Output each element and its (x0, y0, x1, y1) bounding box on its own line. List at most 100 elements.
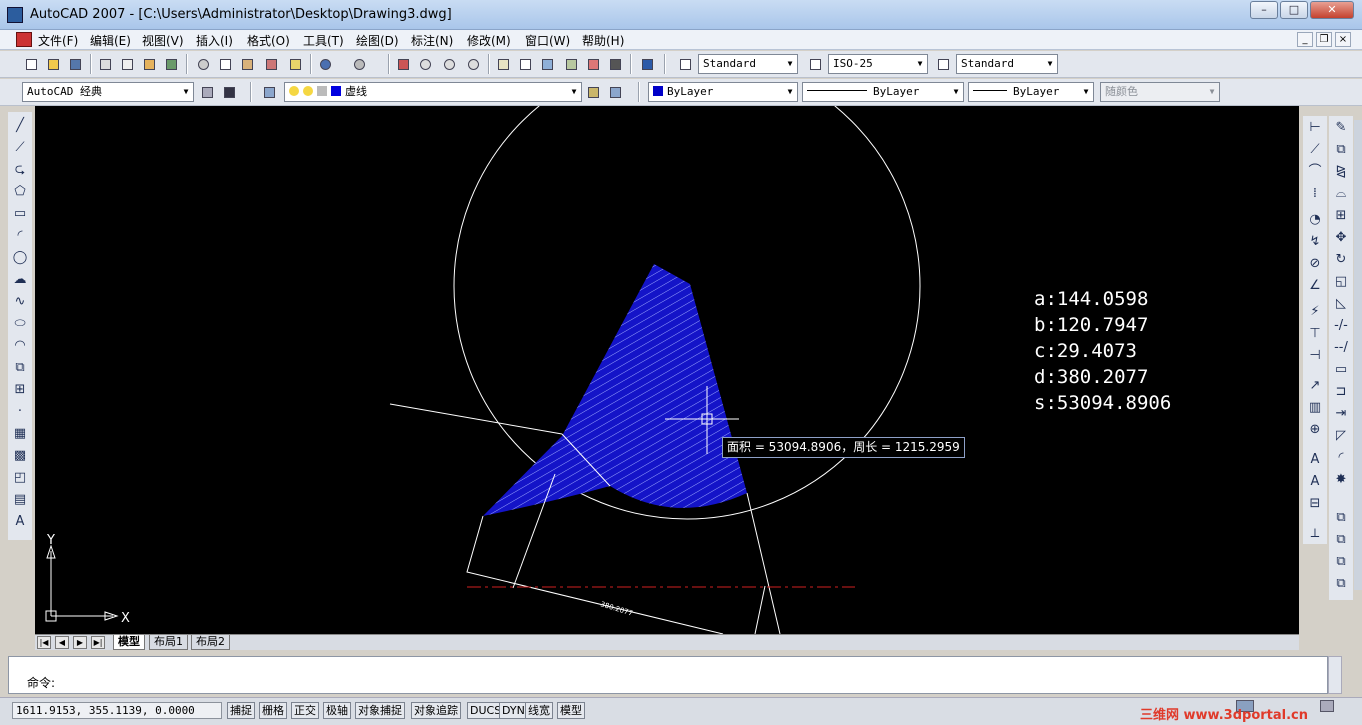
ordinate-dimension-icon[interactable]: ⁞ (1305, 184, 1325, 204)
line-entity[interactable] (754, 585, 766, 634)
text-style-select[interactable]: Standard ▼ (698, 54, 798, 74)
menu-view[interactable]: 视图(V) (142, 32, 184, 49)
spline-icon[interactable]: ∿ (10, 292, 30, 312)
stretch-icon[interactable]: ◺ (1331, 294, 1351, 314)
mirror-icon[interactable]: ⧎ (1331, 162, 1351, 182)
cut-icon[interactable] (194, 55, 212, 73)
polygon-icon[interactable]: ⬠ (10, 182, 30, 202)
extend-icon[interactable]: --/ (1331, 338, 1351, 358)
dimension-edit-icon[interactable]: A (1305, 450, 1325, 470)
model-toggle[interactable]: 模型 (557, 702, 585, 719)
dimension-style-icon[interactable] (806, 55, 824, 73)
layer-manager-icon[interactable] (260, 83, 278, 101)
command-window[interactable]: 命令: (8, 656, 1328, 694)
text-style-icon[interactable] (676, 55, 694, 73)
lineweight-select[interactable]: ByLayer ▼ (968, 82, 1094, 102)
workspace-settings-icon[interactable] (198, 83, 216, 101)
angular-dimension-icon[interactable]: ∠ (1305, 276, 1325, 296)
quick-dimension-icon[interactable]: ⚡ (1305, 302, 1325, 322)
doc-close-button[interactable]: × (1335, 32, 1351, 47)
copy-icon[interactable] (216, 55, 234, 73)
minimize-button[interactable]: – (1250, 1, 1278, 19)
pan-icon[interactable] (394, 55, 412, 73)
draw-order-back-icon[interactable]: ⧉ (1331, 530, 1351, 550)
aligned-dimension-icon[interactable]: ⟋ (1305, 140, 1325, 160)
polar-toggle[interactable]: 极轴 (323, 702, 351, 719)
publish-icon[interactable] (140, 55, 158, 73)
save-icon[interactable] (66, 55, 84, 73)
dimension-style-select[interactable]: ISO-25 ▼ (828, 54, 928, 74)
zoom-previous-icon[interactable] (464, 55, 482, 73)
tolerance-icon[interactable]: ▥ (1305, 398, 1325, 418)
sheet-set-icon[interactable] (562, 55, 580, 73)
workspace-select[interactable]: AutoCAD 经典 ▼ (22, 82, 194, 102)
layer-on-icon[interactable] (289, 86, 299, 96)
tab-layout2[interactable]: 布局2 (191, 635, 230, 650)
polyline-icon[interactable]: ⮎ (10, 160, 30, 180)
rectangle-icon[interactable]: ▭ (10, 204, 30, 224)
region-icon[interactable]: ◰ (10, 468, 30, 488)
chevron-down-icon[interactable]: ▼ (567, 83, 581, 101)
chevron-down-icon[interactable]: ▼ (913, 55, 927, 73)
layer-lock-icon[interactable] (317, 86, 327, 96)
make-block-icon[interactable]: ⊞ (10, 380, 30, 400)
join-icon[interactable]: ⇥ (1331, 404, 1351, 424)
break-icon[interactable]: ⊐ (1331, 382, 1351, 402)
bring-above-icon[interactable]: ⧉ (1331, 552, 1351, 572)
draw-order-front-icon[interactable]: ⧉ (1331, 508, 1351, 528)
explode-icon[interactable]: ✸ (1331, 470, 1351, 490)
ortho-toggle[interactable]: 正交 (291, 702, 319, 719)
close-button[interactable]: ✕ (1310, 1, 1354, 19)
line-entity[interactable] (746, 492, 781, 634)
dyn-toggle[interactable]: DYN (499, 702, 528, 719)
menu-insert[interactable]: 插入(I) (196, 32, 233, 49)
menu-window[interactable]: 窗口(W) (525, 32, 570, 49)
dimension-update-icon[interactable]: ⊟ (1305, 494, 1325, 514)
diameter-dimension-icon[interactable]: ⊘ (1305, 254, 1325, 274)
quick-leader-icon[interactable]: ↗ (1305, 376, 1325, 396)
tab-model[interactable]: 模型 (113, 635, 145, 650)
help-icon[interactable] (638, 55, 656, 73)
redo-icon[interactable] (350, 55, 368, 73)
polyline-entity[interactable] (466, 515, 724, 634)
rotate-icon[interactable]: ↻ (1331, 250, 1351, 270)
menu-format[interactable]: 格式(O) (247, 32, 290, 49)
menu-help[interactable]: 帮助(H) (582, 32, 624, 49)
doc-restore-button[interactable]: ❐ (1316, 32, 1332, 47)
multiline-text-icon[interactable]: A (10, 512, 30, 532)
print-icon[interactable] (96, 55, 114, 73)
arc-length-icon[interactable]: ⌒ (1305, 162, 1325, 182)
menu-modify[interactable]: 修改(M) (467, 32, 511, 49)
baseline-dimension-icon[interactable]: ⊤ (1305, 324, 1325, 344)
properties-icon[interactable] (494, 55, 512, 73)
tool-palettes-icon[interactable] (538, 55, 556, 73)
ellipse-icon[interactable]: ⬭ (10, 314, 30, 334)
dimension-style-icon[interactable]: ⟂ (1305, 524, 1325, 544)
chevron-down-icon[interactable]: ▼ (1079, 83, 1093, 101)
move-icon[interactable]: ✥ (1331, 228, 1351, 248)
menu-edit[interactable]: 编辑(E) (90, 32, 131, 49)
menu-tools[interactable]: 工具(T) (303, 32, 344, 49)
doc-minimize-button[interactable]: _ (1297, 32, 1313, 47)
grid-toggle[interactable]: 栅格 (259, 702, 287, 719)
jogged-dimension-icon[interactable]: ↯ (1305, 232, 1325, 252)
zoom-window-icon[interactable] (440, 55, 458, 73)
hatch-icon[interactable]: ▦ (10, 424, 30, 444)
chevron-down-icon[interactable]: ▼ (1043, 55, 1057, 73)
lineweight-toggle[interactable]: 线宽 (525, 702, 553, 719)
open-file-icon[interactable] (44, 55, 62, 73)
send-under-icon[interactable]: ⧉ (1331, 574, 1351, 594)
design-center-icon[interactable] (516, 55, 534, 73)
document-icon[interactable] (16, 32, 32, 47)
match-properties-icon[interactable] (262, 55, 280, 73)
center-mark-icon[interactable]: ⊕ (1305, 420, 1325, 440)
undo-icon[interactable] (316, 55, 334, 73)
block-editor-icon[interactable] (286, 55, 304, 73)
offset-icon[interactable]: ⌓ (1331, 184, 1351, 204)
chevron-down-icon[interactable]: ▼ (949, 83, 963, 101)
window-scrollbar[interactable] (1354, 120, 1362, 590)
table-style-icon[interactable] (934, 55, 952, 73)
osnap-toggle[interactable]: 对象捕捉 (355, 702, 405, 719)
fillet-icon[interactable]: ◜ (1331, 448, 1351, 468)
menu-file[interactable]: 文件(F) (38, 32, 78, 49)
